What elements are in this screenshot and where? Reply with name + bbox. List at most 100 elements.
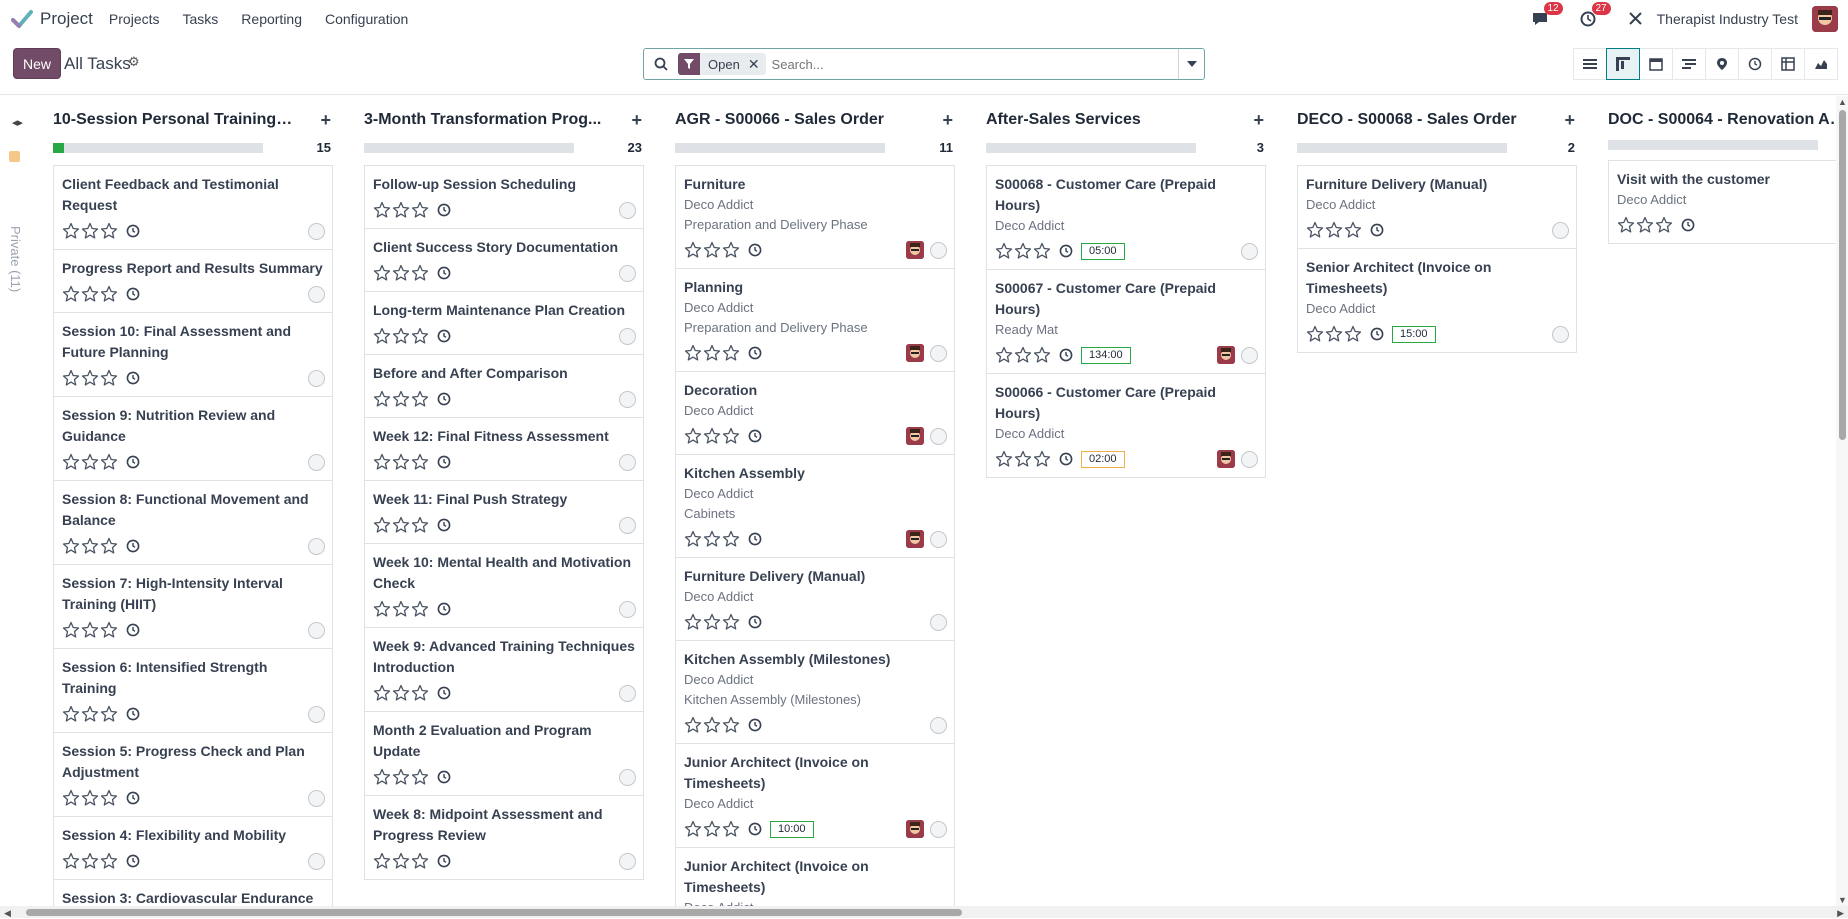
task-status-circle[interactable] xyxy=(619,201,636,219)
star-icon[interactable] xyxy=(1344,325,1362,343)
assignee-avatar[interactable] xyxy=(906,427,924,445)
search-input[interactable] xyxy=(771,56,1178,72)
star-icon[interactable] xyxy=(703,716,721,734)
progress-bar[interactable] xyxy=(1608,140,1818,150)
quick-create-plus-icon[interactable]: + xyxy=(1564,110,1575,131)
star-icon[interactable] xyxy=(411,684,429,702)
star-icon[interactable] xyxy=(1325,325,1343,343)
star-icon[interactable] xyxy=(392,390,410,408)
star-icon[interactable] xyxy=(1014,450,1032,468)
task-status-circle[interactable] xyxy=(308,285,325,303)
activity-clock-icon[interactable] xyxy=(437,266,451,280)
star-icon[interactable] xyxy=(722,530,740,548)
task-status-circle[interactable] xyxy=(930,530,947,548)
star-icon[interactable] xyxy=(703,241,721,259)
task-status-circle[interactable] xyxy=(308,789,325,807)
task-card[interactable]: Session 4: Flexibility and Mobility xyxy=(53,816,333,880)
task-status-circle[interactable] xyxy=(930,613,947,631)
task-status-circle[interactable] xyxy=(619,327,636,345)
horizontal-scroll-thumb[interactable] xyxy=(26,909,962,916)
star-icon[interactable] xyxy=(100,453,118,471)
star-icon[interactable] xyxy=(373,852,391,870)
task-card[interactable]: Furniture Delivery (Manual) Deco Addict xyxy=(675,557,955,641)
star-icon[interactable] xyxy=(373,201,391,219)
task-card[interactable]: Week 8: Midpoint Assessment and Progress… xyxy=(364,795,644,880)
task-card[interactable]: Junior Architect (Invoice on Timesheets)… xyxy=(675,743,955,848)
star-icon[interactable] xyxy=(1344,221,1362,239)
star-icon[interactable] xyxy=(392,453,410,471)
star-icon[interactable] xyxy=(373,264,391,282)
activity-clock-icon[interactable] xyxy=(437,686,451,700)
star-icon[interactable] xyxy=(81,537,99,555)
star-icon[interactable] xyxy=(1033,346,1051,364)
star-icon[interactable] xyxy=(392,264,410,282)
star-icon[interactable] xyxy=(62,621,80,639)
quick-create-plus-icon[interactable]: + xyxy=(631,110,642,131)
star-icon[interactable] xyxy=(684,716,702,734)
task-status-circle[interactable] xyxy=(619,453,636,471)
calendar-view-icon[interactable] xyxy=(1639,48,1673,80)
star-icon[interactable] xyxy=(722,344,740,362)
task-card[interactable]: S00066 - Customer Care (Prepaid Hours) De… xyxy=(986,373,1266,478)
search-bar[interactable]: Open ✕ xyxy=(643,48,1205,80)
task-card[interactable]: Before and After Comparison xyxy=(364,354,644,418)
task-card[interactable]: Session 9: Nutrition Review and Guidance xyxy=(53,396,333,481)
star-icon[interactable] xyxy=(373,684,391,702)
task-status-circle[interactable] xyxy=(619,390,636,408)
task-status-circle[interactable] xyxy=(930,716,947,734)
activity-clock-icon[interactable] xyxy=(126,854,140,868)
task-card[interactable]: Session 6: Intensified Strength Training xyxy=(53,648,333,733)
star-icon[interactable] xyxy=(62,789,80,807)
activity-clock-icon[interactable] xyxy=(1681,218,1695,232)
task-card[interactable]: Planning Deco Addict Preparation and Deliv… xyxy=(675,268,955,372)
activity-clock-icon[interactable] xyxy=(748,243,762,257)
star-icon[interactable] xyxy=(1306,221,1324,239)
task-status-circle[interactable] xyxy=(619,264,636,282)
search-options-toggle[interactable] xyxy=(1178,49,1204,79)
star-icon[interactable] xyxy=(100,789,118,807)
gantt-view-icon[interactable] xyxy=(1672,48,1706,80)
activity-clock-icon[interactable] xyxy=(437,770,451,784)
new-button[interactable]: New xyxy=(13,48,61,79)
activity-clock-icon[interactable] xyxy=(1059,244,1073,258)
task-card[interactable]: Week 12: Final Fitness Assessment xyxy=(364,417,644,481)
column-title[interactable]: 10-Session Personal Training P... xyxy=(53,111,293,129)
user-avatar[interactable] xyxy=(1812,5,1838,32)
activity-clock-icon[interactable] xyxy=(748,346,762,360)
task-card[interactable]: Kitchen Assembly Deco Addict Cabinets xyxy=(675,454,955,558)
company-name[interactable]: Therapist Industry Test xyxy=(1657,11,1798,27)
star-icon[interactable] xyxy=(1617,216,1635,234)
activity-clock-icon[interactable] xyxy=(126,224,140,238)
star-icon[interactable] xyxy=(81,222,99,240)
task-status-circle[interactable] xyxy=(308,852,325,870)
star-icon[interactable] xyxy=(722,241,740,259)
star-icon[interactable] xyxy=(1325,221,1343,239)
star-icon[interactable] xyxy=(81,621,99,639)
chat-icon[interactable]: 12 xyxy=(1529,1,1563,30)
star-icon[interactable] xyxy=(684,613,702,631)
star-icon[interactable] xyxy=(703,530,721,548)
star-icon[interactable] xyxy=(373,327,391,345)
task-status-circle[interactable] xyxy=(619,684,636,702)
task-card[interactable]: Session 3: Cardiovascular Endurance xyxy=(53,879,333,906)
list-view-icon[interactable] xyxy=(1573,48,1607,80)
star-icon[interactable] xyxy=(411,201,429,219)
scroll-left-arrow-icon[interactable]: ◀ xyxy=(4,908,11,919)
task-card[interactable]: Junior Architect (Invoice on Timesheets)… xyxy=(675,847,955,906)
task-card[interactable]: Client Success Story Documentation xyxy=(364,228,644,292)
star-icon[interactable] xyxy=(411,390,429,408)
task-status-circle[interactable] xyxy=(1241,242,1258,260)
activity-clock-icon[interactable] xyxy=(437,329,451,343)
star-icon[interactable] xyxy=(373,516,391,534)
star-icon[interactable] xyxy=(703,427,721,445)
activity-clock-icon[interactable] xyxy=(126,371,140,385)
progress-bar[interactable] xyxy=(364,142,574,153)
activity-clock-icon[interactable] xyxy=(126,791,140,805)
task-status-circle[interactable] xyxy=(930,241,947,259)
graph-view-icon[interactable] xyxy=(1804,48,1838,80)
star-icon[interactable] xyxy=(1014,242,1032,260)
star-icon[interactable] xyxy=(1636,216,1654,234)
task-card[interactable]: Follow-up Session Scheduling xyxy=(364,165,644,229)
assignee-avatar[interactable] xyxy=(1217,346,1235,364)
column-title[interactable]: DECO - S00068 - Sales Order xyxy=(1297,111,1517,129)
